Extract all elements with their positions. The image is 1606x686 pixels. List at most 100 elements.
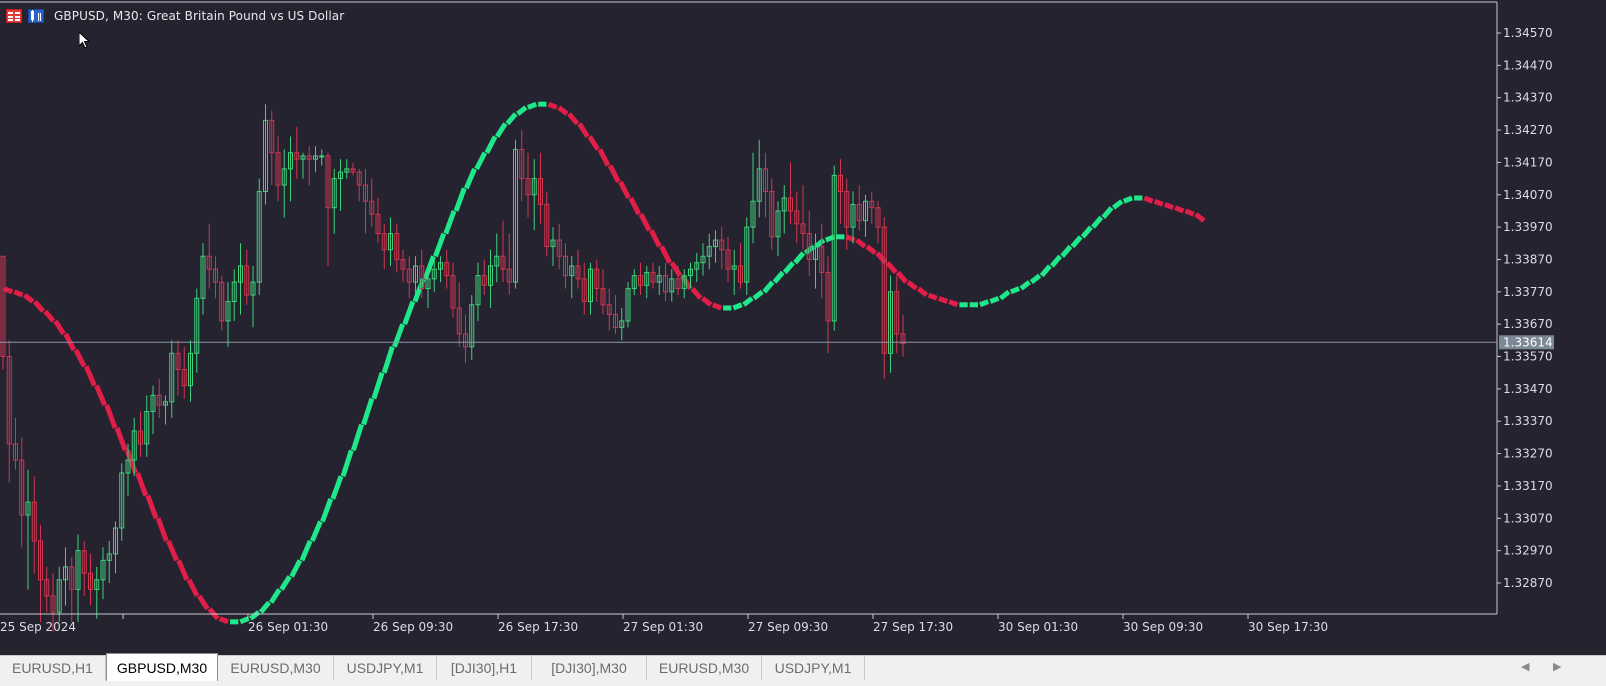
hull-ma-segment	[1184, 208, 1195, 217]
price-label: 1.32970	[1503, 544, 1553, 558]
hull-ma-segment	[433, 232, 447, 258]
time-label: 25 Sep 2024	[0, 620, 76, 634]
hull-ma-segment	[443, 210, 457, 235]
hull-ma-segment	[330, 475, 344, 500]
hull-ma-segment	[824, 234, 836, 243]
hull-ma-segment	[392, 323, 406, 348]
time-label: 27 Sep 01:30	[623, 620, 703, 634]
price-label: 1.33470	[1503, 382, 1553, 396]
chart-tab[interactable]: [DJI30],H1	[437, 656, 532, 680]
hull-ma-segment	[1174, 205, 1185, 214]
hull-ma-segment	[979, 299, 990, 308]
price-label: 1.34170	[1503, 155, 1553, 169]
hull-ma-segment	[752, 289, 764, 301]
hull-ma-segment	[885, 261, 898, 275]
hull-ma-segment	[289, 559, 303, 578]
hull-ma-segment	[23, 293, 35, 304]
price-label: 1.33870	[1503, 252, 1553, 266]
chart-tab[interactable]: EURUSD,H1	[0, 656, 106, 680]
price-label: 1.34370	[1503, 91, 1553, 105]
hull-ma-segment	[711, 302, 723, 311]
hull-ma-segment	[649, 229, 662, 248]
hull-ma-segment	[587, 135, 600, 151]
hull-ma-segment	[937, 295, 949, 304]
chart-tab[interactable]: EURUSD,M30	[218, 656, 334, 680]
hull-ma-segment	[340, 449, 354, 477]
hull-ma-segment	[279, 575, 292, 591]
price-label: 1.33570	[1503, 350, 1553, 364]
hull-ma-segment	[1153, 198, 1164, 207]
hull-ma-segment	[361, 397, 375, 426]
price-label: 1.32870	[1503, 576, 1553, 590]
chart-tab[interactable]: USDJPY,M1	[334, 656, 437, 680]
chart-tab-bar: EURUSD,H1 GBPUSD,M30 EURUSD,M30 USDJPY,M1 [D…	[0, 653, 1606, 686]
hull-ma-segment	[814, 238, 826, 249]
hull-ma-segment	[742, 296, 754, 307]
hull-ma-segment	[1111, 199, 1124, 210]
hull-ma-segment	[94, 384, 108, 407]
chart-tab[interactable]: EURUSD,M30	[647, 656, 762, 680]
hull-ma-segment	[43, 309, 56, 323]
hull-ma-segment	[32, 299, 45, 313]
chart-title-bar: GBPUSD, M30: Great Britain Pound vs US D…	[6, 7, 344, 25]
hull-ma-segment	[1080, 225, 1093, 239]
hull-ma-segment	[166, 539, 179, 562]
hull-ma-segment	[865, 244, 877, 255]
hull-ma-segment	[927, 292, 938, 301]
price-label: 1.33970	[1503, 220, 1553, 234]
chart-type-icon[interactable]	[28, 9, 44, 23]
price-label: 1.33170	[1503, 479, 1553, 493]
chart-tab[interactable]: [DJI30],M30	[532, 656, 647, 680]
hull-ma-segment	[186, 578, 200, 598]
hull-ma-segment	[155, 517, 169, 542]
hull-ma-segment	[1060, 244, 1073, 258]
hull-ma-segment	[793, 251, 806, 265]
hull-ma-segment	[258, 600, 272, 614]
hull-ma-segment	[669, 261, 683, 277]
hull-ma-segment	[690, 286, 703, 300]
hull-ma-segment	[1070, 235, 1083, 249]
hull-ma-segment	[782, 261, 795, 275]
hull-ma-segment	[371, 371, 385, 400]
hull-ma-segment	[1122, 195, 1133, 204]
time-label: 26 Sep 01:30	[248, 620, 328, 634]
hull-ma-segment	[73, 348, 87, 368]
time-label: 30 Sep 17:30	[1248, 620, 1328, 634]
hull-ma-segment	[104, 404, 118, 429]
time-label: 30 Sep 09:30	[1123, 620, 1203, 634]
hull-ma-segment	[1009, 286, 1020, 295]
chart-tab[interactable]: USDJPY,M1	[762, 656, 865, 680]
hull-ma-segment	[906, 280, 918, 291]
price-label: 1.33370	[1503, 414, 1553, 428]
hull-ma-segment	[218, 616, 229, 625]
hull-ma-segment	[628, 196, 642, 216]
hull-ma-segment	[484, 135, 498, 154]
scroll-right-icon[interactable]: ▶	[1553, 660, 1561, 673]
hull-ma-segment	[135, 472, 149, 497]
hull-ma-segment	[53, 319, 66, 336]
scroll-left-icon[interactable]: ◀	[1521, 660, 1529, 673]
hull-ma-segment	[607, 164, 621, 183]
hull-ma-segment	[772, 270, 785, 284]
hull-ma-segment	[350, 423, 364, 452]
chart-tab[interactable]: GBPUSD,M30	[106, 653, 218, 681]
hull-ma-segment	[474, 151, 488, 171]
hull-ma-segment	[83, 365, 97, 387]
hull-ma-segment	[618, 180, 631, 200]
price-chart[interactable]: 1.34570 1.34470 1.34370 1.34270 1.34170 1.340…	[0, 0, 1606, 655]
time-label: 30 Sep 01:30	[998, 620, 1078, 634]
hull-ma-segment	[701, 296, 713, 307]
hull-ma-segment	[998, 289, 1011, 301]
hull-ma-segment	[527, 101, 538, 110]
hull-ma-segment	[1029, 273, 1042, 285]
hull-ma-segment	[1101, 206, 1114, 220]
hull-ma-segment	[464, 167, 477, 190]
hull-ma-segment	[299, 539, 313, 562]
hull-ma-segment	[1163, 202, 1175, 211]
hull-ma-segment	[516, 105, 528, 116]
hull-ma-segment	[989, 295, 1000, 304]
one-click-trading-icon[interactable]	[6, 9, 22, 23]
chart-area[interactable]: 1.34570 1.34470 1.34370 1.34270 1.34170 1.340…	[0, 0, 1606, 634]
hull-ma-segment	[309, 520, 323, 542]
hull-ma-segment	[659, 245, 673, 264]
